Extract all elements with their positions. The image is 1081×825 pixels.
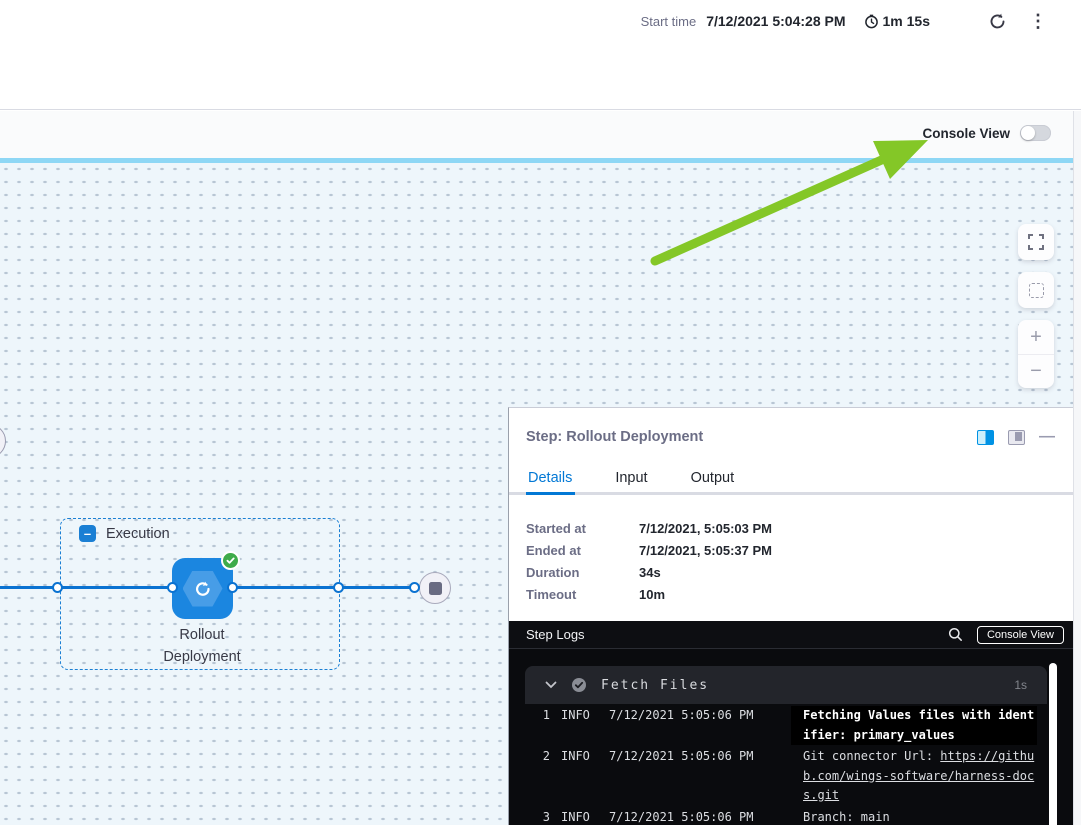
topbar-right: Start time 7/12/2021 5:04:28 PM 1m 15s (641, 8, 1049, 34)
log-group-name: Fetch Files (601, 678, 709, 693)
detail-value: 34s (639, 565, 772, 580)
duration-wrap: 1m 15s (864, 13, 930, 29)
console-view-control: Console View (922, 125, 1051, 141)
chevron-down-icon (545, 681, 557, 689)
panel-tabs: Details Input Output (526, 466, 736, 490)
start-time-value: 7/12/2021 5:04:28 PM (706, 13, 845, 29)
fullscreen-button[interactable] (1018, 224, 1054, 260)
logs-body: Fetch Files 1s 1 INFO 7/12/2021 5:05:06 … (509, 649, 1073, 825)
zoom-controls: + − (1018, 320, 1054, 388)
execution-group-header: – Execution (79, 525, 170, 542)
console-view-button[interactable]: Console View (977, 626, 1064, 644)
detail-label: Duration (526, 565, 639, 580)
log-line: 2 INFO 7/12/2021 5:05:06 PM Git connecto… (525, 745, 1047, 806)
log-message: Branch: main (791, 808, 1037, 825)
log-level: INFO (550, 808, 597, 825)
logs-scrollbar[interactable] (1049, 663, 1057, 825)
execution-duration: 1m 15s (883, 13, 930, 29)
detail-value: 7/12/2021, 5:05:03 PM (639, 521, 772, 536)
connector-dot (409, 582, 420, 593)
execution-group-label: Execution (106, 526, 170, 542)
tab-details[interactable]: Details (526, 466, 574, 490)
split-view-icon[interactable] (977, 430, 994, 445)
log-message-text: Git connector Url: (803, 749, 940, 763)
offscreen-node (0, 424, 6, 458)
log-line-number: 3 (525, 808, 550, 825)
clock-icon (864, 14, 879, 29)
zoom-out-button[interactable]: − (1018, 354, 1054, 388)
detail-label: Started at (526, 521, 639, 536)
step-logs-title: Step Logs (526, 627, 585, 642)
detail-value: 7/12/2021, 5:05:37 PM (639, 543, 772, 558)
connector-dot (333, 582, 344, 593)
logs-header-actions: Console View (948, 626, 1064, 644)
log-line: 3 INFO 7/12/2021 5:05:06 PM Branch: main (525, 806, 1047, 825)
detail-value: 10m (639, 587, 772, 602)
tab-divider (509, 492, 1073, 495)
log-lines: 1 INFO 7/12/2021 5:05:06 PM Fetching Val… (525, 704, 1047, 825)
panel-header-icons: — (977, 429, 1055, 445)
connector-dot (52, 582, 63, 593)
minimize-panel-button[interactable]: — (1039, 429, 1055, 445)
stop-icon (429, 582, 442, 595)
search-icon[interactable] (948, 627, 963, 642)
topbar: Start time 7/12/2021 5:04:28 PM 1m 15s (0, 0, 1081, 110)
detail-label: Ended at (526, 543, 639, 558)
log-timestamp: 7/12/2021 5:05:06 PM (597, 808, 791, 825)
log-timestamp: 7/12/2021 5:05:06 PM (597, 747, 791, 806)
step-success-icon (571, 677, 587, 693)
console-view-toggle[interactable] (1020, 125, 1051, 141)
refresh-button[interactable] (986, 10, 1009, 33)
log-timestamp: 7/12/2021 5:05:06 PM (597, 706, 791, 745)
right-panel-view-icon[interactable] (1008, 430, 1025, 445)
toggle-knob (1021, 126, 1035, 140)
log-group-fetch-files[interactable]: Fetch Files 1s (525, 666, 1047, 704)
log-line-number: 1 (525, 706, 550, 745)
log-level: INFO (550, 747, 597, 806)
zoom-in-button[interactable]: + (1018, 320, 1054, 354)
console-view-label: Console View (922, 126, 1010, 141)
pipeline-end-node[interactable] (419, 572, 451, 604)
panel-title: Step: Rollout Deployment (526, 429, 703, 445)
log-message: Fetching Values files with identifier: p… (791, 706, 1037, 745)
step-logs-header: Step Logs Console View (509, 621, 1073, 649)
console-view-strip: Console View (0, 111, 1081, 158)
step-logs-section: Step Logs Console View (509, 621, 1073, 825)
page-scroll-gutter (1073, 111, 1081, 825)
active-tab-indicator (526, 492, 575, 495)
connector-dot (167, 582, 178, 593)
tab-input[interactable]: Input (613, 466, 649, 490)
start-time-label: Start time (641, 14, 697, 29)
fit-to-screen-icon (1029, 283, 1044, 298)
k8s-rollout-icon (183, 571, 223, 607)
step-details-panel: Step: Rollout Deployment — Details Input… (508, 407, 1073, 825)
success-check-icon (221, 551, 240, 570)
log-level: INFO (550, 706, 597, 745)
log-line: 1 INFO 7/12/2021 5:05:06 PM Fetching Val… (525, 704, 1047, 745)
collapse-group-button[interactable]: – (79, 525, 96, 542)
log-message: Git connector Url: https://github.com/wi… (791, 747, 1037, 806)
panel-header: Step: Rollout Deployment — (526, 426, 1055, 448)
kebab-menu-button[interactable]: ⋮ (1027, 10, 1049, 32)
log-group-duration: 1s (1014, 678, 1027, 692)
detail-label: Timeout (526, 587, 639, 602)
tab-output[interactable]: Output (689, 466, 737, 490)
step-details-list: Started at 7/12/2021, 5:05:03 PM Ended a… (526, 521, 772, 602)
fullscreen-icon (1028, 234, 1044, 250)
fit-to-screen-button[interactable] (1018, 272, 1054, 308)
node-label: Rollout Deployment (142, 624, 262, 668)
log-line-number: 2 (525, 747, 550, 806)
harness-execution-screen: Start time 7/12/2021 5:04:28 PM 1m 15s (0, 0, 1081, 825)
connector-dot (227, 582, 238, 593)
